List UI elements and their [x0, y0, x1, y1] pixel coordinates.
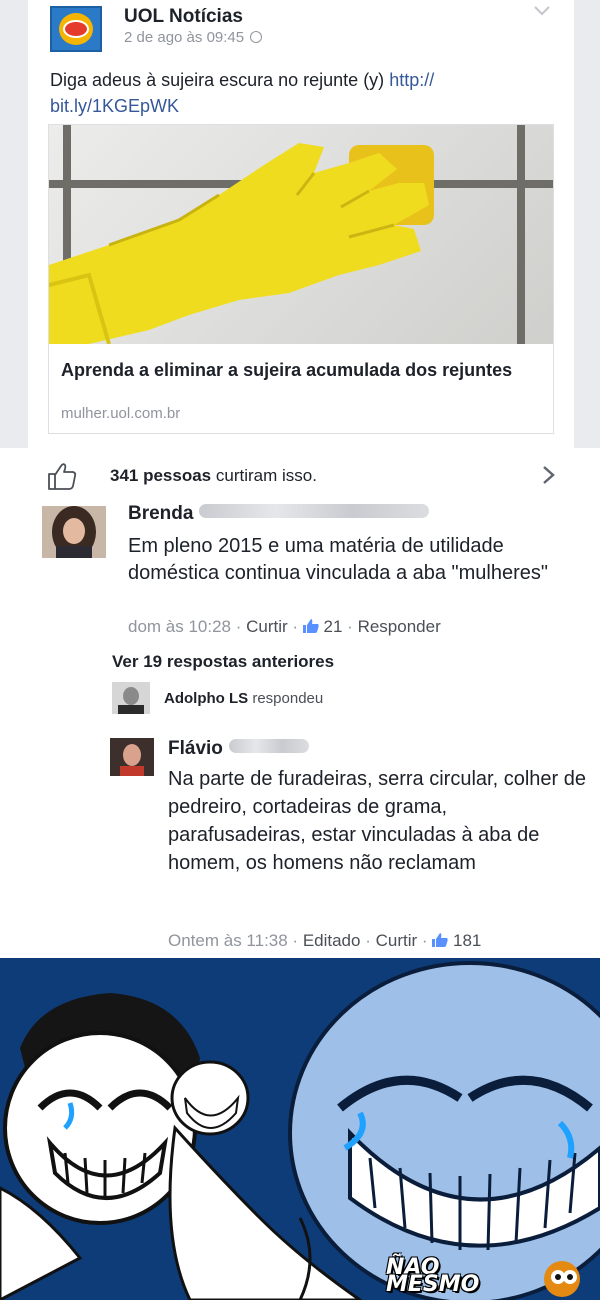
comment-like-count[interactable]: 181 — [453, 931, 481, 950]
view-previous-replies[interactable]: Ver 19 respostas anteriores — [112, 652, 334, 672]
logo-mascot-icon — [544, 1261, 580, 1297]
meme-illustration — [0, 961, 600, 1300]
thumbs-up-icon — [302, 619, 319, 633]
like-button[interactable]: Curtir — [246, 617, 288, 636]
page-name[interactable]: UOL Notícias — [124, 6, 243, 28]
page-avatar[interactable] — [50, 6, 102, 52]
chevron-right-icon[interactable] — [542, 465, 556, 485]
edited-label[interactable]: Editado — [303, 931, 361, 950]
comment-author[interactable]: Brenda — [128, 503, 430, 525]
meme-image — [0, 958, 600, 1300]
comment-like-count[interactable]: 21 — [324, 617, 343, 636]
post-text: Diga adeus à sujeira escura no rejunte (… — [50, 70, 435, 116]
thumbs-up-icon — [432, 933, 448, 947]
avatar[interactable] — [110, 738, 154, 776]
comment-author[interactable]: Flávio — [168, 738, 309, 760]
globe-icon — [250, 31, 263, 43]
redacted-surname — [228, 739, 309, 753]
link-preview-image[interactable] — [49, 125, 553, 344]
chevron-down-icon[interactable] — [534, 6, 550, 16]
link-preview-card[interactable]: Aprenda a eliminar a sujeira acumulada d… — [48, 124, 554, 434]
comment-time[interactable]: dom às 10:28 — [128, 617, 231, 636]
post-timestamp[interactable]: 2 de ago às 09:45 — [124, 29, 263, 46]
nao-mesmo-logo: ÑAO MESMO — [380, 1255, 590, 1297]
avatar[interactable] — [42, 506, 106, 558]
likes-summary[interactable]: 341 pessoas curtiram isso. — [110, 466, 317, 486]
link-preview-domain: mulher.uol.com.br — [61, 405, 181, 422]
thumbs-up-icon[interactable] — [46, 460, 78, 492]
comment-text: Em pleno 2015 e uma matéria de utilidade… — [128, 535, 548, 584]
reply-summary[interactable]: Adolpho LS respondeu — [164, 690, 323, 707]
link-preview-title[interactable]: Aprenda a eliminar a sujeira acumulada d… — [61, 358, 541, 382]
like-button[interactable]: Curtir — [376, 931, 418, 950]
reply-button[interactable]: Responder — [358, 617, 441, 636]
comment-text: Na parte de furadeiras, serra circular, … — [168, 768, 586, 874]
comment-actions: Ontem às 11:38 · Editado · Curtir · 181 — [168, 931, 482, 950]
comment-time[interactable]: Ontem às 11:38 — [168, 931, 288, 950]
glove-illustration — [49, 125, 553, 344]
comment-actions: dom às 10:28 · Curtir · 21 · Responder — [128, 617, 441, 636]
redacted-surname — [199, 504, 430, 518]
avatar[interactable] — [112, 682, 150, 714]
